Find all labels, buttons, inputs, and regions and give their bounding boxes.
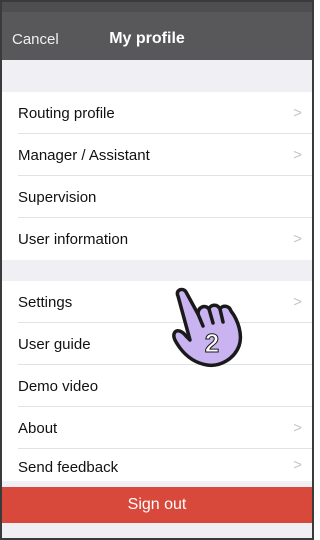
chevron-right-icon: > (293, 230, 302, 248)
sign-out-button[interactable]: Sign out (2, 487, 312, 523)
chevron-right-icon: > (293, 456, 302, 474)
menu-item-label: Manager / Assistant (18, 146, 150, 164)
status-bar (2, 2, 312, 12)
menu-item-manager-assistant[interactable]: Manager / Assistant > (2, 134, 312, 176)
menu-item-label: Supervision (18, 188, 97, 206)
chevron-right-icon: > (293, 146, 302, 164)
app-menu-group: Settings > User guide Demo video About >… (2, 281, 312, 481)
menu-item-demo-video[interactable]: Demo video (2, 365, 312, 407)
menu-item-label: Settings (18, 293, 73, 311)
menu-item-label: Routing profile (18, 104, 115, 122)
menu-item-label: User guide (18, 335, 91, 353)
chevron-right-icon: > (293, 419, 302, 437)
page-title: My profile (109, 30, 185, 47)
menu-item-settings[interactable]: Settings > (2, 281, 312, 323)
app-screen: Cancel My profile Routing profile > Mana… (0, 0, 314, 540)
menu-item-about[interactable]: About > (2, 407, 312, 449)
step-number: 2 (205, 328, 219, 358)
section-spacer (2, 263, 312, 281)
menu-item-send-feedback[interactable]: Send feedback > (2, 449, 312, 481)
menu-item-label: Demo video (18, 377, 99, 395)
pointing-hand-icon: 2 (172, 287, 243, 368)
chevron-right-icon: > (293, 293, 302, 311)
bottom-spacer (2, 523, 312, 538)
menu-item-supervision[interactable]: Supervision (2, 176, 312, 218)
menu-item-routing-profile[interactable]: Routing profile > (2, 92, 312, 134)
menu-item-user-information[interactable]: User information > (2, 218, 312, 260)
menu-item-label: User information (18, 230, 129, 248)
section-spacer (2, 60, 312, 92)
menu-item-label: Send feedback (18, 459, 119, 476)
profile-menu-group: Routing profile > Manager / Assistant > … (2, 92, 312, 260)
menu-item-label: About (18, 419, 58, 437)
navigation-bar: Cancel My profile (2, 2, 312, 60)
chevron-right-icon: > (293, 104, 302, 122)
menu-item-user-guide[interactable]: User guide (2, 323, 312, 365)
